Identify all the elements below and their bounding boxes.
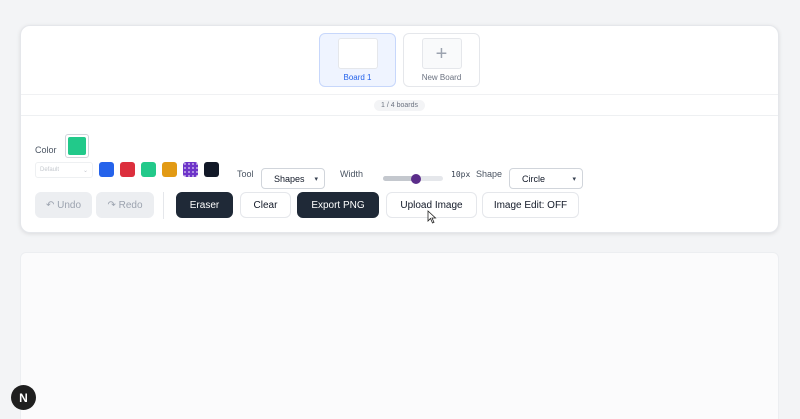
board-tabs: Board 1 + New Board bbox=[21, 26, 778, 94]
tool-select[interactable]: Shapes ▾ bbox=[261, 168, 325, 189]
shape-select[interactable]: Circle ▾ bbox=[509, 168, 583, 189]
export-png-button[interactable]: Export PNG bbox=[297, 192, 379, 218]
tool-select-value: Shapes bbox=[274, 173, 305, 184]
shape-select-value: Circle bbox=[522, 173, 546, 184]
current-color-fill bbox=[68, 137, 86, 155]
board-tab-1[interactable]: Board 1 bbox=[319, 33, 396, 87]
redo-button[interactable]: ↷ Redo bbox=[96, 192, 154, 218]
drawing-options: Color Default ⌄ Tool Shapes ▾ Width 10px… bbox=[35, 132, 765, 189]
color-swatches bbox=[99, 162, 219, 177]
clear-button[interactable]: Clear bbox=[240, 192, 291, 218]
default-color-select[interactable]: Default ⌄ bbox=[35, 162, 93, 178]
color-picker[interactable] bbox=[65, 134, 89, 158]
image-edit-toggle[interactable]: Image Edit: OFF bbox=[482, 192, 579, 218]
plus-icon: + bbox=[421, 38, 462, 69]
boards-status-bar: 1 / 4 boards bbox=[21, 94, 778, 116]
dev-badge[interactable]: N bbox=[11, 385, 36, 410]
new-board-label: New Board bbox=[421, 73, 462, 82]
drawing-canvas[interactable] bbox=[20, 252, 779, 419]
button-divider bbox=[163, 192, 164, 219]
new-board-button[interactable]: + New Board bbox=[403, 33, 480, 87]
color-swatch[interactable] bbox=[204, 162, 219, 177]
board-label: Board 1 bbox=[343, 73, 372, 82]
color-swatch[interactable] bbox=[120, 162, 135, 177]
color-swatch[interactable] bbox=[99, 162, 114, 177]
color-label: Color bbox=[35, 145, 57, 155]
action-buttons: ↶ Undo ↷ Redo Eraser Clear Export PNG Up… bbox=[35, 192, 765, 219]
default-select-value: Default bbox=[40, 167, 60, 173]
chevron-down-icon: ⌄ bbox=[82, 168, 88, 174]
board-thumbnail bbox=[337, 38, 378, 69]
chevron-down-icon: ▾ bbox=[314, 175, 318, 183]
shape-label: Shape bbox=[476, 169, 503, 179]
toolbar-panel: Board 1 + New Board 1 / 4 boards Color D… bbox=[20, 25, 779, 233]
width-value: 10px bbox=[451, 170, 471, 179]
tool-label: Tool bbox=[237, 169, 254, 179]
chevron-down-icon: ▾ bbox=[572, 175, 576, 183]
color-swatch[interactable] bbox=[141, 162, 156, 177]
color-swatch[interactable] bbox=[162, 162, 177, 177]
width-label: Width bbox=[340, 169, 364, 179]
board-count: 1 / 4 boards bbox=[374, 99, 425, 111]
width-slider-thumb[interactable] bbox=[411, 174, 421, 184]
color-swatch[interactable] bbox=[183, 162, 198, 177]
eraser-button[interactable]: Eraser bbox=[176, 192, 233, 218]
mouse-cursor-icon bbox=[427, 210, 437, 224]
undo-button[interactable]: ↶ Undo bbox=[35, 192, 92, 218]
